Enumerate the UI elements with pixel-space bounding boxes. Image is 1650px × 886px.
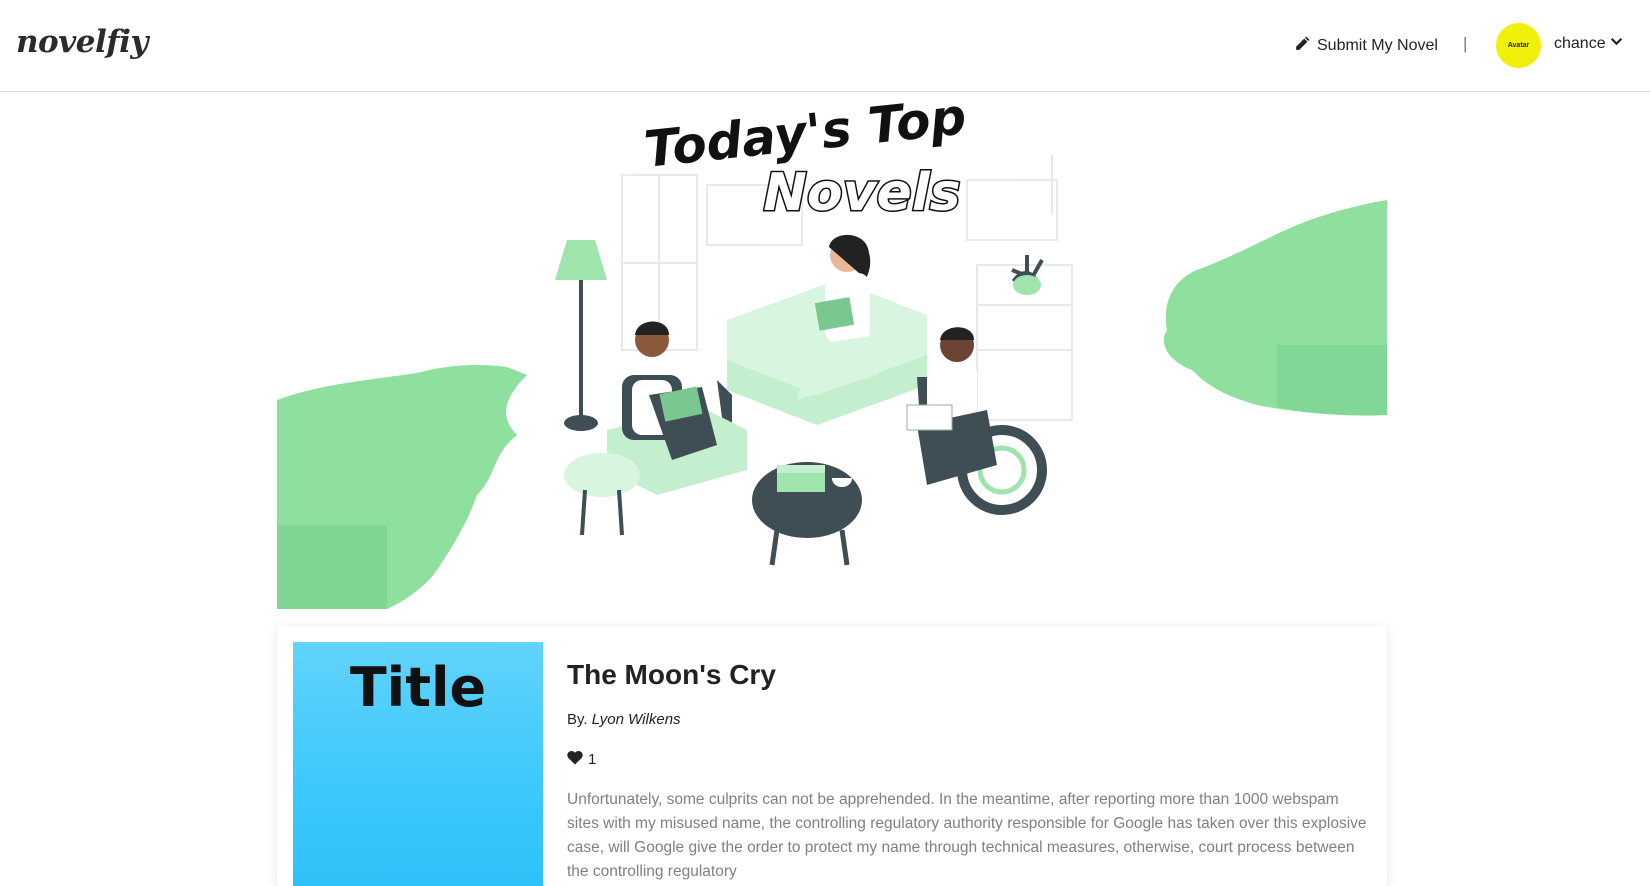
submit-novel-label: Submit My Novel xyxy=(1317,37,1438,54)
hanging-plant xyxy=(1011,255,1044,295)
nav-separator: | xyxy=(1463,34,1468,53)
chevron-down-icon xyxy=(1610,35,1623,53)
reader-right xyxy=(906,327,1047,515)
floor-lamp xyxy=(555,240,607,431)
side-table xyxy=(564,453,640,536)
banner-illustration: Today's Top Novels xyxy=(277,87,1387,609)
novel-author[interactable]: Lyon Wilkens xyxy=(592,711,681,728)
username-label: chance xyxy=(1554,35,1606,52)
heart-icon xyxy=(567,750,583,769)
like-count-value: 1 xyxy=(588,751,597,768)
top-navbar: novelfiy Submit My Novel | Avatar chance xyxy=(0,0,1650,92)
site-logo[interactable]: novelfiy xyxy=(16,24,148,60)
avatar[interactable]: Avatar xyxy=(1496,23,1541,68)
byline-prefix: By. xyxy=(567,711,588,728)
novel-byline: By. Lyon Wilkens xyxy=(567,711,681,728)
top-novels-banner: Today's Top Novels xyxy=(277,87,1387,609)
cover-title: Title xyxy=(349,656,487,719)
banner-title-line2: Novels xyxy=(763,163,960,223)
novel-cover[interactable]: Title xyxy=(293,642,543,886)
coffee-table xyxy=(752,462,862,566)
novel-title[interactable]: The Moon's Cry xyxy=(567,659,776,691)
like-count[interactable]: 1 xyxy=(567,750,596,769)
novel-card[interactable]: Title The Moon's Cry By. Lyon Wilkens 1 … xyxy=(277,626,1387,886)
pencil-icon xyxy=(1294,35,1311,57)
user-menu-dropdown[interactable]: chance xyxy=(1554,35,1623,53)
submit-novel-link[interactable]: Submit My Novel xyxy=(1294,35,1438,57)
